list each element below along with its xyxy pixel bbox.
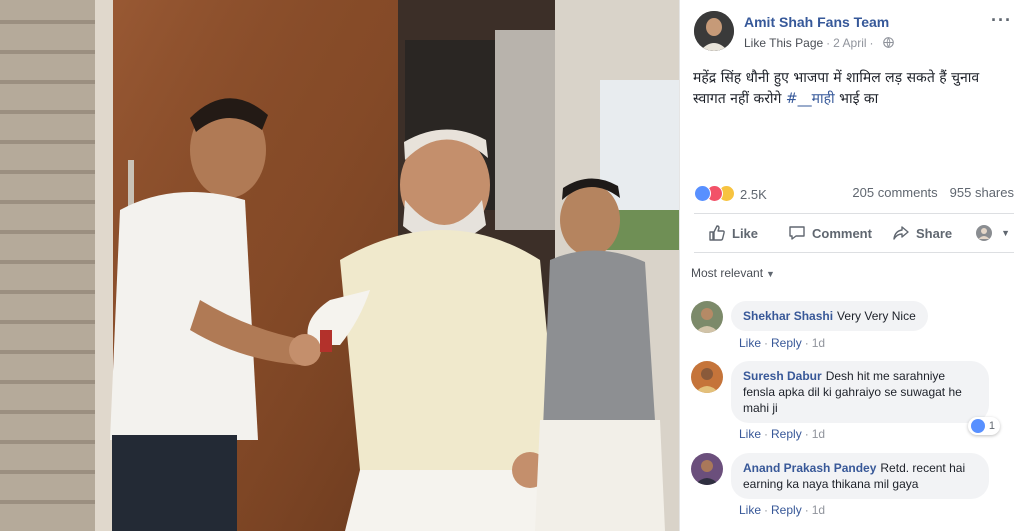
hashtag-link[interactable]: #__माही: [786, 91, 835, 107]
comment-reply-link[interactable]: Reply: [771, 503, 802, 517]
comment-like-link[interactable]: Like: [739, 427, 761, 441]
comment-time[interactable]: 1d: [812, 503, 825, 517]
comment-label: Comment: [812, 225, 872, 241]
share-label: Share: [916, 225, 953, 241]
thumbs-up-icon: [709, 225, 725, 241]
like-label: Like: [732, 225, 759, 241]
comment-bubble: Suresh Dabur Desh hit me sarahniye fensla…: [731, 361, 989, 423]
comment-time[interactable]: 1d: [812, 336, 825, 350]
like-reaction-icon: [970, 419, 985, 433]
comment-actions: Like · Reply · 1d: [739, 427, 826, 441]
like-reaction-icon: [694, 185, 711, 202]
comment-filter-dropdown[interactable]: Most relevant ▼: [691, 266, 775, 280]
post-header: Amit Shah Fans Team Like This Page · 2 Apr…: [694, 11, 1014, 55]
post-date[interactable]: 2 April: [833, 36, 866, 50]
like-button[interactable]: Like: [708, 214, 758, 252]
comment-author[interactable]: Shekhar Shashi: [743, 309, 833, 323]
comment-author[interactable]: Suresh Dabur: [743, 369, 822, 383]
comment-actions: Like · Reply · 1d: [739, 336, 826, 350]
like-page-link[interactable]: Like This Page: [744, 36, 823, 50]
comment-reaction-count: 1: [988, 420, 995, 432]
page-name[interactable]: Amit Shah Fans Team: [744, 14, 889, 30]
chevron-down-icon: ▼: [1001, 228, 1010, 238]
comment-bubble: Anand Prakash Pandey Retd. recent hai ear…: [731, 453, 989, 499]
commenter-avatar[interactable]: [691, 453, 723, 485]
post-photo[interactable]: [0, 0, 679, 531]
page-avatar[interactable]: [694, 11, 734, 51]
globe-icon: [883, 37, 894, 48]
comment-item: Anand Prakash Pandey Retd. recent hai ear…: [691, 453, 1014, 523]
photo-illustration: [0, 0, 679, 531]
post-text: महेंद्र सिंह धौनी हुए भाजपा में शामिल लड…: [693, 68, 1013, 110]
comment-reaction-badge[interactable]: 1: [967, 417, 1000, 435]
post-text-line2-pre: स्वागत नहीं करोगे: [693, 91, 786, 107]
comment-reply-link[interactable]: Reply: [771, 427, 802, 441]
profile-avatar-icon: [976, 225, 993, 241]
caret-down-icon: ▼: [766, 269, 775, 279]
more-options-icon[interactable]: ···: [991, 11, 1012, 29]
comment-time[interactable]: 1d: [812, 427, 825, 441]
comment-icon: [789, 226, 805, 240]
post-text-line2-post: भाई का: [834, 91, 879, 107]
comment-reply-link[interactable]: Reply: [771, 336, 802, 350]
comment-text: Very Very Nice: [837, 309, 916, 323]
comment-item: Suresh Dabur Desh hit me sarahniye fensla…: [691, 361, 1014, 443]
comment-author[interactable]: Anand Prakash Pandey: [743, 461, 876, 475]
filter-label: Most relevant: [691, 266, 764, 280]
post-meta: Like This Page · 2 April ·: [744, 36, 894, 50]
commenter-avatar[interactable]: [691, 361, 723, 393]
reaction-count[interactable]: 2.5K: [740, 187, 767, 202]
shares-count[interactable]: 955 shares: [950, 185, 1014, 200]
comment-item: Shekhar Shashi Very Very Nice Like · Reply ·…: [691, 301, 1014, 351]
comment-actions: Like · Reply · 1d: [739, 503, 826, 517]
react-as-selector[interactable]: ▼: [976, 214, 1010, 252]
commenter-avatar[interactable]: [691, 301, 723, 333]
comment-bubble: Shekhar Shashi Very Very Nice: [731, 301, 928, 331]
share-icon: [893, 226, 909, 240]
share-button[interactable]: Share: [892, 214, 952, 252]
action-bar: Like Comment Share ▼: [694, 213, 1014, 253]
comments-count[interactable]: 205 comments: [852, 185, 937, 200]
post-text-line1: महेंद्र सिंह धौनी हुए भाजपा में शामिल लड…: [693, 70, 980, 86]
engagement-counts: 205 comments 955 shares: [852, 185, 1014, 200]
comment-like-link[interactable]: Like: [739, 336, 761, 350]
comment-button[interactable]: Comment: [788, 214, 872, 252]
comment-like-link[interactable]: Like: [739, 503, 761, 517]
post-panel: Amit Shah Fans Team Like This Page · 2 Apr…: [679, 0, 1024, 531]
post-stats: 2.5K 205 comments 955 shares: [694, 183, 1014, 205]
